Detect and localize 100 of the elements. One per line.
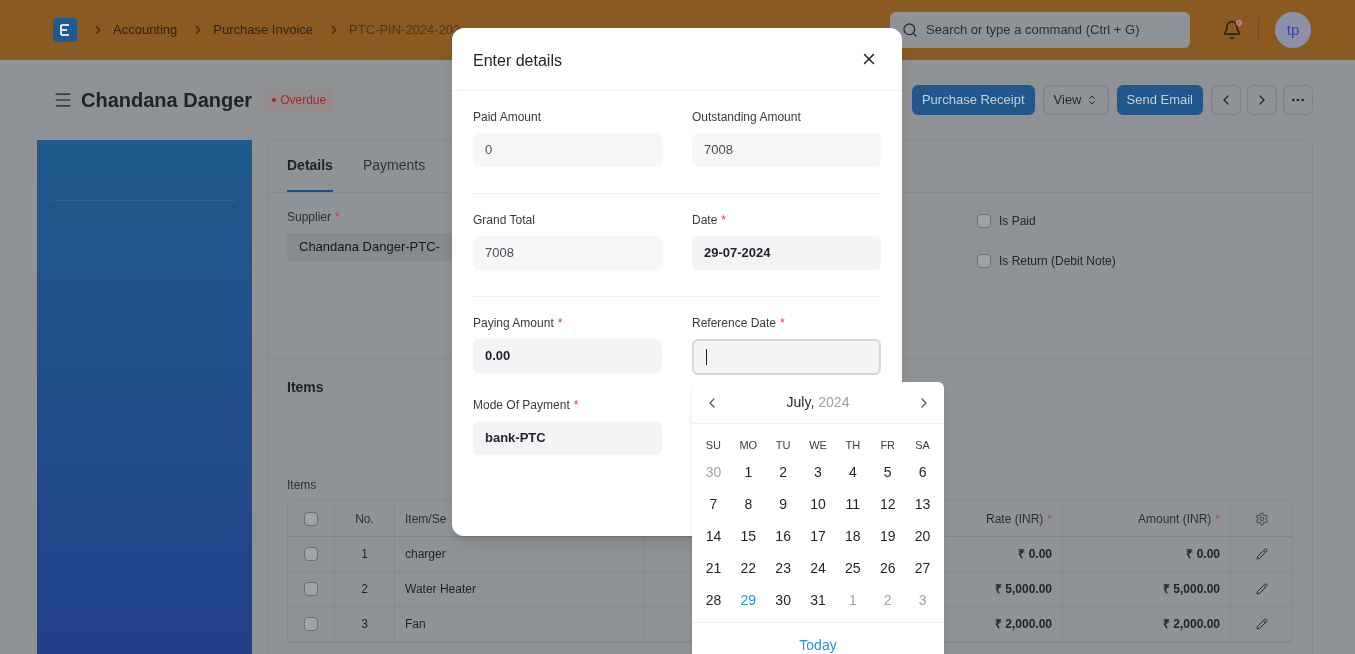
calendar-day[interactable]: 19 bbox=[870, 525, 906, 547]
table-cell-text: ₹ 2,000.00 bbox=[994, 616, 1052, 633]
read-only-field: 7008 bbox=[473, 236, 662, 270]
required-marker: * bbox=[1215, 510, 1220, 527]
calendar-day[interactable]: 2 bbox=[765, 461, 801, 483]
column-header: Rate (INR) bbox=[986, 510, 1044, 528]
select-all-checkbox[interactable] bbox=[304, 511, 318, 526]
previous-button[interactable] bbox=[1211, 85, 1241, 115]
section-heading: Items bbox=[287, 378, 325, 397]
table-cell-text: ₹ 0.00 bbox=[1186, 546, 1220, 563]
field-label: Outstanding Amount bbox=[692, 109, 801, 125]
view-select[interactable]: View bbox=[1042, 85, 1109, 115]
input-field[interactable]: 0.00 bbox=[473, 339, 662, 373]
read-only-field: 7008 bbox=[692, 133, 881, 167]
field-label: Reference Date bbox=[692, 315, 777, 331]
calendar-day[interactable]: 30 bbox=[765, 589, 801, 611]
table-label: Items bbox=[287, 477, 318, 494]
edit-icon[interactable] bbox=[1255, 548, 1268, 560]
table-cell-text: 3 bbox=[361, 616, 368, 633]
calendar-day[interactable]: 9 bbox=[765, 493, 801, 515]
required-marker: * bbox=[721, 212, 727, 228]
weekday-label: SU bbox=[704, 437, 723, 453]
notification-button[interactable] bbox=[1222, 20, 1242, 40]
table-cell-text: ₹ 5,000.00 bbox=[1162, 581, 1220, 598]
bell-icon bbox=[1222, 20, 1242, 40]
reference-date-field[interactable] bbox=[692, 339, 881, 375]
calendar-day[interactable]: 17 bbox=[800, 525, 836, 547]
year-label: 2024 bbox=[818, 393, 850, 412]
table-cell-text: Water Heater bbox=[405, 581, 476, 598]
menu-icon[interactable] bbox=[53, 90, 73, 110]
field-label: Grand Total bbox=[473, 212, 535, 228]
field-label: Paying Amount bbox=[473, 315, 554, 331]
month-label: July, bbox=[786, 393, 815, 412]
dialog-title: Enter details bbox=[473, 51, 562, 71]
calendar-day[interactable]: 12 bbox=[870, 493, 906, 515]
calendar-day[interactable]: 31 bbox=[800, 589, 836, 611]
field-label: Supplier bbox=[287, 209, 332, 225]
calendar-day[interactable]: 18 bbox=[835, 525, 871, 547]
field-label: Date bbox=[692, 212, 718, 228]
table-cell-text: Fan bbox=[405, 616, 426, 633]
calendar-day[interactable]: 14 bbox=[696, 525, 731, 547]
weekday-label: SA bbox=[914, 437, 931, 453]
more-button[interactable] bbox=[1283, 85, 1313, 115]
calendar-day[interactable]: 26 bbox=[870, 557, 906, 579]
row-checkbox[interactable] bbox=[304, 617, 318, 631]
calendar-day[interactable]: 15 bbox=[730, 525, 766, 547]
checkbox[interactable] bbox=[977, 254, 991, 268]
table-cell-text: 1 bbox=[361, 546, 368, 563]
calendar-day[interactable]: 7 bbox=[696, 493, 731, 515]
calendar-day[interactable]: 4 bbox=[835, 461, 871, 483]
calendar-day[interactable]: 5 bbox=[870, 461, 906, 483]
required-marker: * bbox=[1047, 510, 1052, 527]
required-marker: * bbox=[780, 315, 785, 331]
column-header: Amount (INR) bbox=[1137, 510, 1212, 528]
required-marker: * bbox=[557, 315, 563, 331]
calendar-day[interactable]: 21 bbox=[696, 557, 731, 579]
edit-icon[interactable] bbox=[1255, 583, 1268, 595]
calendar-day[interactable]: 1 bbox=[730, 461, 766, 483]
edit-icon[interactable] bbox=[1255, 618, 1268, 630]
column-header: No. bbox=[355, 510, 374, 528]
page-title: Chandana Danger bbox=[81, 88, 253, 113]
calendar-day[interactable]: 20 bbox=[905, 525, 940, 547]
table-cell-text: ₹ 2,000.00 bbox=[1162, 616, 1220, 633]
calendar-day[interactable]: 11 bbox=[835, 493, 871, 515]
checkbox[interactable] bbox=[977, 214, 991, 228]
row-checkbox[interactable] bbox=[304, 547, 318, 561]
checkbox-label: Is Return (Debit Note) bbox=[999, 253, 1116, 270]
search-input[interactable]: Search or type a command (Ctrl + G) bbox=[926, 20, 1178, 40]
calendar-day[interactable]: 22 bbox=[730, 557, 766, 579]
status-text: Overdue bbox=[280, 92, 327, 109]
calendar-day[interactable]: 28 bbox=[696, 589, 731, 611]
app-logo-icon[interactable] bbox=[53, 18, 77, 42]
calendar-day[interactable]: 6 bbox=[905, 461, 940, 483]
calendar-day[interactable]: 25 bbox=[835, 557, 871, 579]
tab[interactable]: Details bbox=[287, 141, 333, 192]
search-icon bbox=[902, 22, 918, 38]
calendar-day[interactable]: 24 bbox=[800, 557, 836, 579]
calendar-day[interactable]: 16 bbox=[765, 525, 801, 547]
next-button[interactable] bbox=[1247, 85, 1277, 115]
input-field[interactable]: 29-07-2024 bbox=[692, 236, 881, 270]
calendar-day[interactable]: 10 bbox=[800, 493, 836, 515]
input-field[interactable]: bank-PTC bbox=[473, 421, 662, 455]
settings-icon[interactable] bbox=[1254, 511, 1269, 526]
action-button[interactable]: Purchase Receipt bbox=[911, 85, 1035, 115]
weekday-label: MO bbox=[738, 437, 759, 453]
read-only-field: 0 bbox=[473, 133, 662, 167]
calendar-day[interactable]: 13 bbox=[905, 493, 940, 515]
action-button[interactable]: Send Email bbox=[1116, 85, 1203, 115]
weekday-label: TU bbox=[774, 437, 792, 453]
weekday-label: FR bbox=[879, 437, 897, 453]
calendar-day[interactable]: 3 bbox=[800, 461, 836, 483]
calendar-day[interactable]: 23 bbox=[765, 557, 801, 579]
calendar-day[interactable]: 27 bbox=[905, 557, 940, 579]
tab[interactable]: Payments bbox=[362, 141, 426, 192]
calendar-day[interactable]: 8 bbox=[730, 493, 766, 515]
table-cell-text: charger bbox=[405, 546, 446, 563]
row-checkbox[interactable] bbox=[304, 582, 318, 596]
search-field[interactable]: Search or type a command (Ctrl + G) bbox=[890, 12, 1190, 48]
supplier-field[interactable]: Chandana Danger-PTC- bbox=[287, 233, 452, 261]
checkbox-label: Is Paid bbox=[999, 213, 1036, 230]
